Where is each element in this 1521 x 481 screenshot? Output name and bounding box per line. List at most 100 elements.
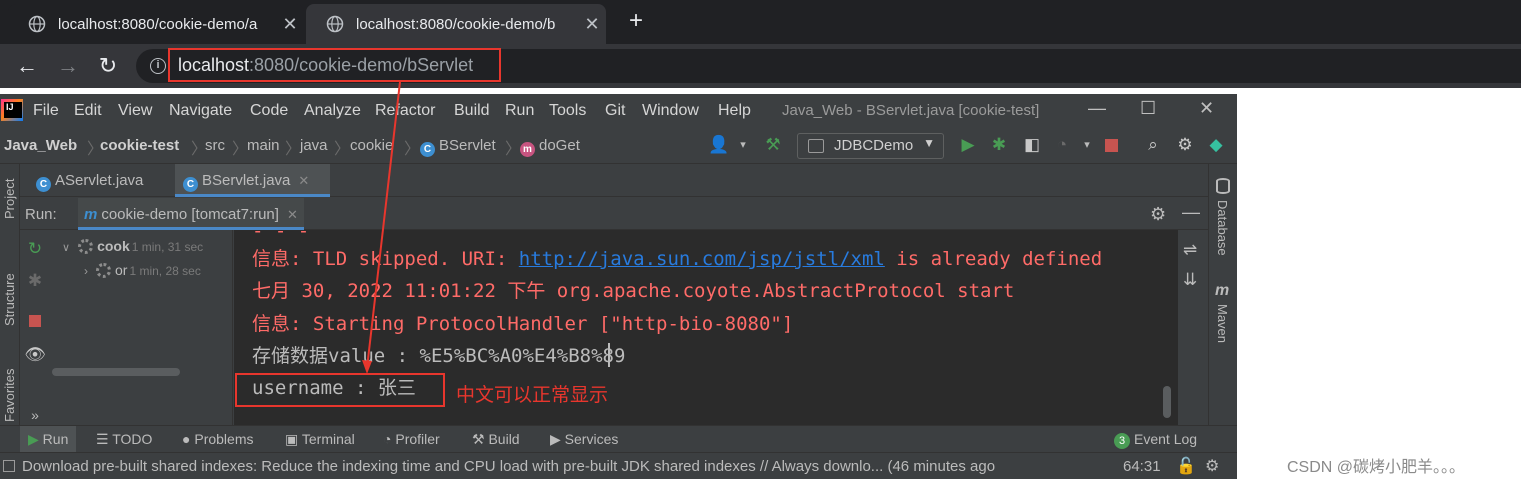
tool-event-log[interactable]: 3 Event Log	[1114, 431, 1197, 449]
menu-git[interactable]: Git	[605, 102, 625, 120]
breadcrumb-java[interactable]: java	[300, 137, 328, 154]
run-panel-header: Run: m cookie-demo [tomcat7:run] ✕ ⚙ —	[20, 198, 1208, 230]
menu-build[interactable]: Build	[454, 102, 490, 120]
breadcrumb-main[interactable]: main	[247, 137, 280, 154]
breadcrumb-src[interactable]: src	[205, 137, 225, 154]
close-icon[interactable]: ✕	[298, 173, 309, 188]
run-configuration-select[interactable]: JDBCDemo ▼	[797, 133, 944, 159]
user-icon[interactable]: 👤	[708, 135, 730, 155]
tool-project[interactable]: Project	[2, 179, 17, 219]
gear-icon[interactable]: ⚙	[1174, 135, 1196, 155]
maven-icon: m	[1215, 282, 1230, 299]
tool-terminal[interactable]: ▣ Terminal	[285, 431, 355, 448]
scrollbar[interactable]	[52, 368, 180, 376]
tool-structure[interactable]: Structure	[2, 273, 17, 326]
stop-icon[interactable]	[24, 310, 46, 332]
config-icon	[808, 139, 824, 153]
breadcrumb-cookie[interactable]: cookie	[350, 137, 393, 154]
caret-position[interactable]: 64:31	[1123, 458, 1161, 475]
tool-services[interactable]: ▶ Services	[550, 431, 618, 448]
tree-item[interactable]: › or 1 min, 28 sec	[84, 262, 201, 284]
run-icon[interactable]: ▶	[957, 135, 979, 155]
close-icon[interactable]: ✕	[276, 14, 304, 35]
tool-todo[interactable]: ☰ TODO	[96, 431, 152, 448]
new-tab-button[interactable]: +	[622, 8, 650, 36]
debug-icon[interactable]: ✱	[24, 270, 46, 292]
console-line: 信息: Starting ProtocolHandler ["http-bio-…	[252, 313, 794, 335]
coverage-icon[interactable]: ◧	[1021, 135, 1043, 155]
menu-run[interactable]: Run	[505, 102, 534, 120]
back-arrow-icon[interactable]: ←	[13, 52, 41, 80]
chevron-down-icon[interactable]: ▾	[1076, 135, 1098, 155]
ide-menu-bar: File Edit View Navigate Code Analyze Ref…	[0, 94, 1237, 128]
tool-run[interactable]: ▶ Run	[20, 426, 77, 453]
code-with-me-icon[interactable]: ◆	[1205, 135, 1227, 155]
event-count-badge: 3	[1114, 433, 1130, 449]
breadcrumb-method[interactable]: m doGet	[520, 137, 580, 157]
scrollbar[interactable]	[1163, 386, 1171, 418]
scroll-to-end-icon[interactable]: ⇊	[1183, 270, 1197, 290]
tab-aservlet[interactable]: C AServlet.java	[28, 164, 173, 197]
rerun-icon[interactable]: ↻	[24, 238, 46, 260]
run-panel-label: Run:	[25, 206, 57, 223]
menu-edit[interactable]: Edit	[74, 102, 102, 120]
browser-tab-b[interactable]: localhost:8080/cookie-demo/b ✕	[306, 4, 606, 44]
settings-icon[interactable]: ⚙	[1205, 456, 1219, 476]
run-tab-cookie-demo[interactable]: m cookie-demo [tomcat7:run] ✕	[78, 198, 304, 230]
tab-bservlet[interactable]: C BServlet.java ✕	[175, 164, 330, 197]
run-tree: ∨ cook 1 min, 31 sec › or 1 min, 28 sec	[50, 230, 233, 454]
console-line: 存储数据value : %E5%BC%A0%E4%B8%89	[252, 345, 626, 367]
tool-maven[interactable]: Maven	[1215, 304, 1230, 343]
maven-icon: m	[84, 206, 98, 223]
toggle-panels-icon[interactable]	[3, 460, 15, 472]
menu-view[interactable]: View	[118, 102, 152, 120]
console-link[interactable]: http://java.sun.com/jsp/jstl/xml	[519, 248, 885, 270]
hide-icon[interactable]: —	[1182, 202, 1200, 223]
breadcrumb-project[interactable]: Java_Web	[4, 137, 77, 154]
tool-build[interactable]: ⚒ Build	[472, 431, 520, 448]
menu-window[interactable]: Window	[642, 102, 699, 120]
maximize-icon[interactable]: ☐	[1140, 98, 1156, 119]
build-hammer-icon[interactable]: ⚒	[762, 135, 784, 155]
status-message[interactable]: Download pre-built shared indexes: Reduc…	[22, 458, 1082, 475]
menu-refactor[interactable]: Refactor	[375, 102, 435, 120]
lock-icon[interactable]: 🔓	[1176, 456, 1196, 476]
more-icon[interactable]: »	[24, 404, 46, 426]
close-window-icon[interactable]: ✕	[1199, 98, 1214, 119]
database-icon	[1216, 178, 1230, 194]
tool-database[interactable]: Database	[1215, 200, 1230, 256]
gear-icon[interactable]: ⚙	[1150, 204, 1166, 225]
menu-tools[interactable]: Tools	[549, 102, 586, 120]
tool-problems[interactable]: ● Problems	[182, 431, 254, 447]
close-icon[interactable]: ✕	[287, 207, 298, 222]
close-icon[interactable]: ✕	[578, 14, 606, 35]
debug-icon[interactable]: ✱	[988, 135, 1010, 155]
menu-help[interactable]: Help	[718, 102, 751, 120]
minimize-icon[interactable]: —	[1088, 98, 1106, 119]
right-tool-stripe: Database m Maven	[1208, 164, 1237, 454]
soft-wrap-icon[interactable]: ⇌	[1183, 240, 1197, 260]
menu-code[interactable]: Code	[250, 102, 288, 120]
annotation-text: 中文可以正常显示	[456, 385, 609, 406]
menu-file[interactable]: File	[33, 102, 59, 120]
info-icon[interactable]: i	[150, 58, 166, 74]
menu-analyze[interactable]: Analyze	[304, 102, 361, 120]
forward-arrow-icon[interactable]: →	[54, 52, 82, 80]
browser-tab-title: localhost:8080/cookie-demo/a	[58, 15, 258, 33]
tool-profiler[interactable]: ◔ Profiler	[383, 431, 440, 447]
build-hammer-icon: ⚒	[472, 431, 485, 447]
console-output[interactable]: ‑ ‑ ‑ 信息: TLD skipped. URI: http://java.…	[234, 230, 1178, 454]
menu-navigate[interactable]: Navigate	[169, 102, 232, 120]
browser-tab-a[interactable]: localhost:8080/cookie-demo/a ✕	[8, 4, 304, 44]
breadcrumb-class[interactable]: C BServlet	[420, 137, 496, 157]
stop-icon[interactable]	[1100, 135, 1122, 156]
tool-favorites[interactable]: Favorites	[2, 369, 17, 422]
breadcrumb-module[interactable]: cookie-test	[100, 137, 179, 154]
tree-item[interactable]: ∨ cook 1 min, 31 sec	[62, 238, 203, 260]
eye-icon[interactable]: 👁	[24, 344, 46, 366]
editor-tabs: C AServlet.java C BServlet.java ✕	[20, 164, 1208, 197]
chevron-down-icon[interactable]: ▾	[732, 135, 754, 155]
profile-icon[interactable]: ◔	[1051, 135, 1073, 155]
search-icon[interactable]: ⌕	[1142, 135, 1164, 155]
reload-icon[interactable]: ↻	[94, 52, 122, 80]
